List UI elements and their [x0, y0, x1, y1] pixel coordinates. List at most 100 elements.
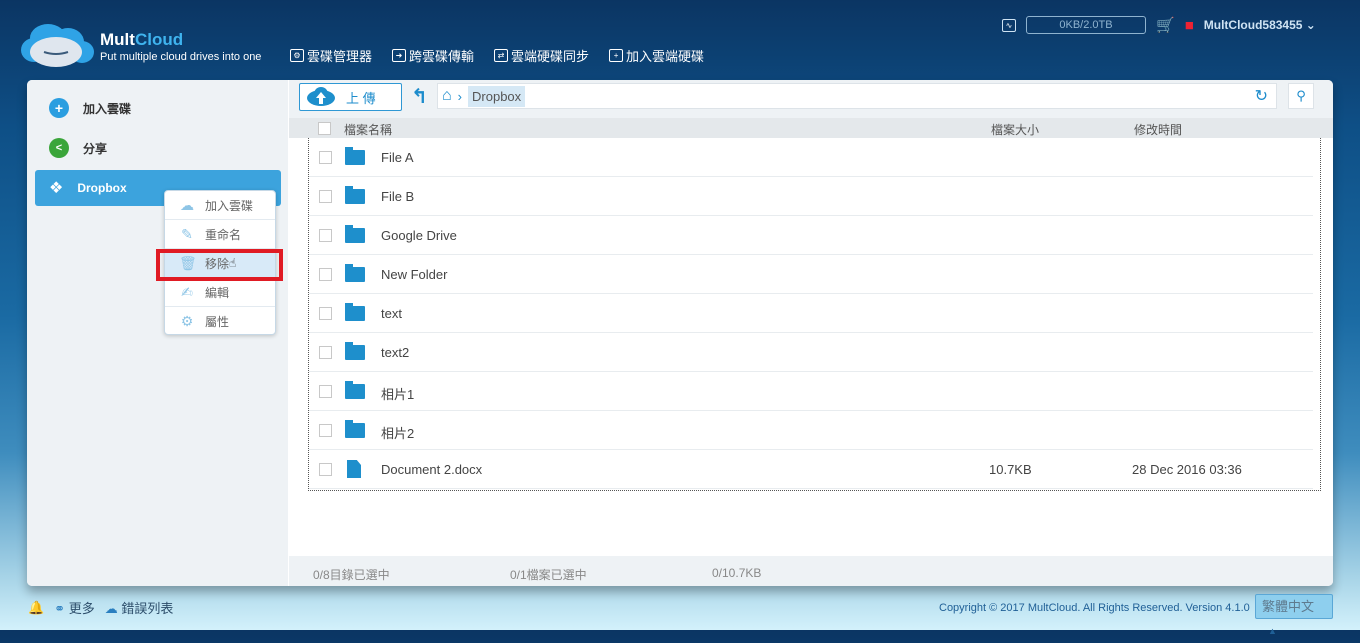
table-row[interactable]: text	[309, 294, 1313, 333]
folder-icon	[345, 420, 365, 438]
file-name[interactable]: File A	[381, 150, 414, 165]
toolbar: 上 傳 ↰ ⌂ › Dropbox ↻ ⚲	[289, 80, 1333, 118]
file-name[interactable]: text	[381, 306, 402, 321]
row-checkbox[interactable]	[319, 151, 332, 164]
row-checkbox[interactable]	[319, 385, 332, 398]
upload-cloud-icon	[307, 87, 335, 106]
row-checkbox[interactable]	[319, 346, 332, 359]
parent-folder-icon[interactable]: ↰	[411, 84, 428, 109]
folder-icon	[345, 342, 365, 360]
pencil-icon: ✎	[181, 225, 193, 242]
col-size[interactable]: 檔案大小	[991, 121, 1039, 138]
nav-cloud-manager[interactable]: ⚙ 雲碟管理器	[290, 46, 372, 65]
menu-edit[interactable]: ✍ 編輯	[165, 278, 275, 307]
language-select[interactable]: 繁體中文 ▲	[1255, 594, 1333, 636]
file-list: File A File B Google Drive New Folder te…	[308, 138, 1321, 491]
select-all-checkbox[interactable]	[318, 122, 331, 135]
files-selected: 0/1檔案已選中	[510, 568, 587, 582]
cloud-plus-icon: ☁	[180, 196, 194, 213]
file-name[interactable]: 相片2	[381, 423, 414, 442]
sidebar-item-share[interactable]: < 分享	[35, 130, 281, 166]
list-cloud-icon: ☁	[104, 601, 118, 616]
table-row[interactable]: File B	[309, 177, 1313, 216]
file-name[interactable]: New Folder	[381, 267, 447, 282]
folder-icon	[345, 186, 365, 204]
nav-cloud-sync[interactable]: ⇄ 雲端硬碟同步	[494, 46, 589, 65]
gear-icon: ⚙	[180, 313, 194, 329]
plus-icon: +	[609, 49, 624, 62]
folder-icon	[345, 225, 365, 243]
status-bar: 0/8目錄已選中 0/1檔案已選中 0/10.7KB	[289, 556, 1333, 586]
breadcrumb-dropbox[interactable]: Dropbox	[468, 85, 526, 107]
nav-add-cloud[interactable]: + 加入雲端硬碟	[609, 46, 704, 65]
highlight-box	[156, 249, 283, 281]
row-checkbox[interactable]	[319, 229, 332, 242]
copyright: Copyright © 2017 MultCloud. All Rights R…	[939, 602, 1250, 614]
sidebar-item-add-cloud[interactable]: + 加入雲碟	[35, 90, 281, 126]
caret-up-icon: ▲	[1268, 626, 1277, 636]
top-nav: ⚙ 雲碟管理器 ➜ 跨雲碟傳輸 ⇄ 雲端硬碟同步 + 加入雲端硬碟	[290, 46, 704, 65]
sync-icon: ⇄	[494, 49, 509, 62]
cart-icon[interactable]: 🛒	[1156, 16, 1175, 34]
menu-properties[interactable]: ⚙ 屬性	[165, 307, 275, 336]
refresh-icon[interactable]: ↻	[1255, 86, 1268, 106]
folder-icon	[345, 303, 365, 321]
edit-icon: ✍	[181, 283, 193, 300]
table-row[interactable]: 相片2	[309, 411, 1313, 450]
file-modified: 28 Dec 2016 03:36	[1132, 462, 1242, 477]
file-area: 上 傳 ↰ ⌂ › Dropbox ↻ ⚲ 檔案名稱 檔案大小 修改時間 Fil…	[289, 80, 1333, 586]
chevron-right-icon: ›	[457, 88, 463, 104]
brand-name: MultCloud	[100, 30, 184, 49]
file-name[interactable]: 相片1	[381, 384, 414, 403]
gift-icon[interactable]: ■	[1185, 17, 1194, 34]
table-row[interactable]: File A	[309, 138, 1313, 177]
table-header: 檔案名稱 檔案大小 修改時間	[289, 118, 1333, 138]
file-name[interactable]: Document 2.docx	[381, 462, 482, 477]
folder-icon	[345, 264, 365, 282]
chevron-down-icon: ⌄	[1305, 18, 1316, 32]
folder-icon	[345, 381, 365, 399]
table-row[interactable]: Google Drive	[309, 216, 1313, 255]
table-row[interactable]: text2	[309, 333, 1313, 372]
file-size: 10.7KB	[989, 462, 1032, 477]
footer-links: 🔔 ⚭ 更多 ☁ 錯誤列表	[28, 598, 173, 617]
nav-cloud-transfer[interactable]: ➜ 跨雲碟傳輸	[392, 46, 474, 65]
add-cloud-icon: +	[49, 98, 69, 118]
dirs-selected: 0/8目錄已選中	[313, 568, 390, 582]
table-row[interactable]: 相片1	[309, 372, 1313, 411]
search-button[interactable]: ⚲	[1288, 83, 1314, 109]
link-icon: ⚭	[54, 601, 66, 616]
multcloud-logo	[21, 24, 94, 67]
error-list-link[interactable]: ☁ 錯誤列表	[105, 598, 174, 617]
size-selected: 0/10.7KB	[712, 566, 762, 580]
menu-rename[interactable]: ✎ 重命名	[165, 220, 275, 249]
col-name[interactable]: 檔案名稱	[344, 121, 392, 138]
upload-button[interactable]: 上 傳	[299, 83, 402, 111]
arrow-icon: ➜	[392, 49, 407, 62]
row-checkbox[interactable]	[319, 424, 332, 437]
row-checkbox[interactable]	[319, 190, 332, 203]
menu-add-cloud[interactable]: ☁ 加入雲碟	[165, 191, 275, 220]
activity-icon[interactable]: ∿	[1002, 18, 1016, 32]
gear-icon: ⚙	[290, 49, 304, 62]
more-link[interactable]: ⚭ 更多	[54, 598, 95, 617]
document-icon	[347, 460, 361, 478]
home-icon[interactable]: ⌂	[442, 87, 452, 105]
row-checkbox[interactable]	[319, 463, 332, 476]
table-row[interactable]: Document 2.docx 10.7KB 28 Dec 2016 03:36	[309, 450, 1313, 489]
breadcrumb: ⌂ › Dropbox ↻	[437, 83, 1277, 109]
tagline: Put multiple cloud drives into one	[100, 51, 262, 63]
file-name[interactable]: text2	[381, 345, 409, 360]
top-right: ∿ 0KB/2.0TB 🛒 ■ MultCloud583455 ⌄	[1002, 16, 1316, 34]
file-name[interactable]: Google Drive	[381, 228, 457, 243]
file-name[interactable]: File B	[381, 189, 414, 204]
user-menu[interactable]: MultCloud583455 ⌄	[1204, 18, 1316, 32]
dropbox-icon: ❖	[49, 180, 64, 197]
col-modified[interactable]: 修改時間	[1134, 121, 1182, 138]
bell-icon[interactable]: 🔔	[28, 600, 44, 616]
table-row[interactable]: New Folder	[309, 255, 1313, 294]
search-icon: ⚲	[1296, 88, 1306, 103]
row-checkbox[interactable]	[319, 307, 332, 320]
folder-icon	[345, 147, 365, 165]
row-checkbox[interactable]	[319, 268, 332, 281]
